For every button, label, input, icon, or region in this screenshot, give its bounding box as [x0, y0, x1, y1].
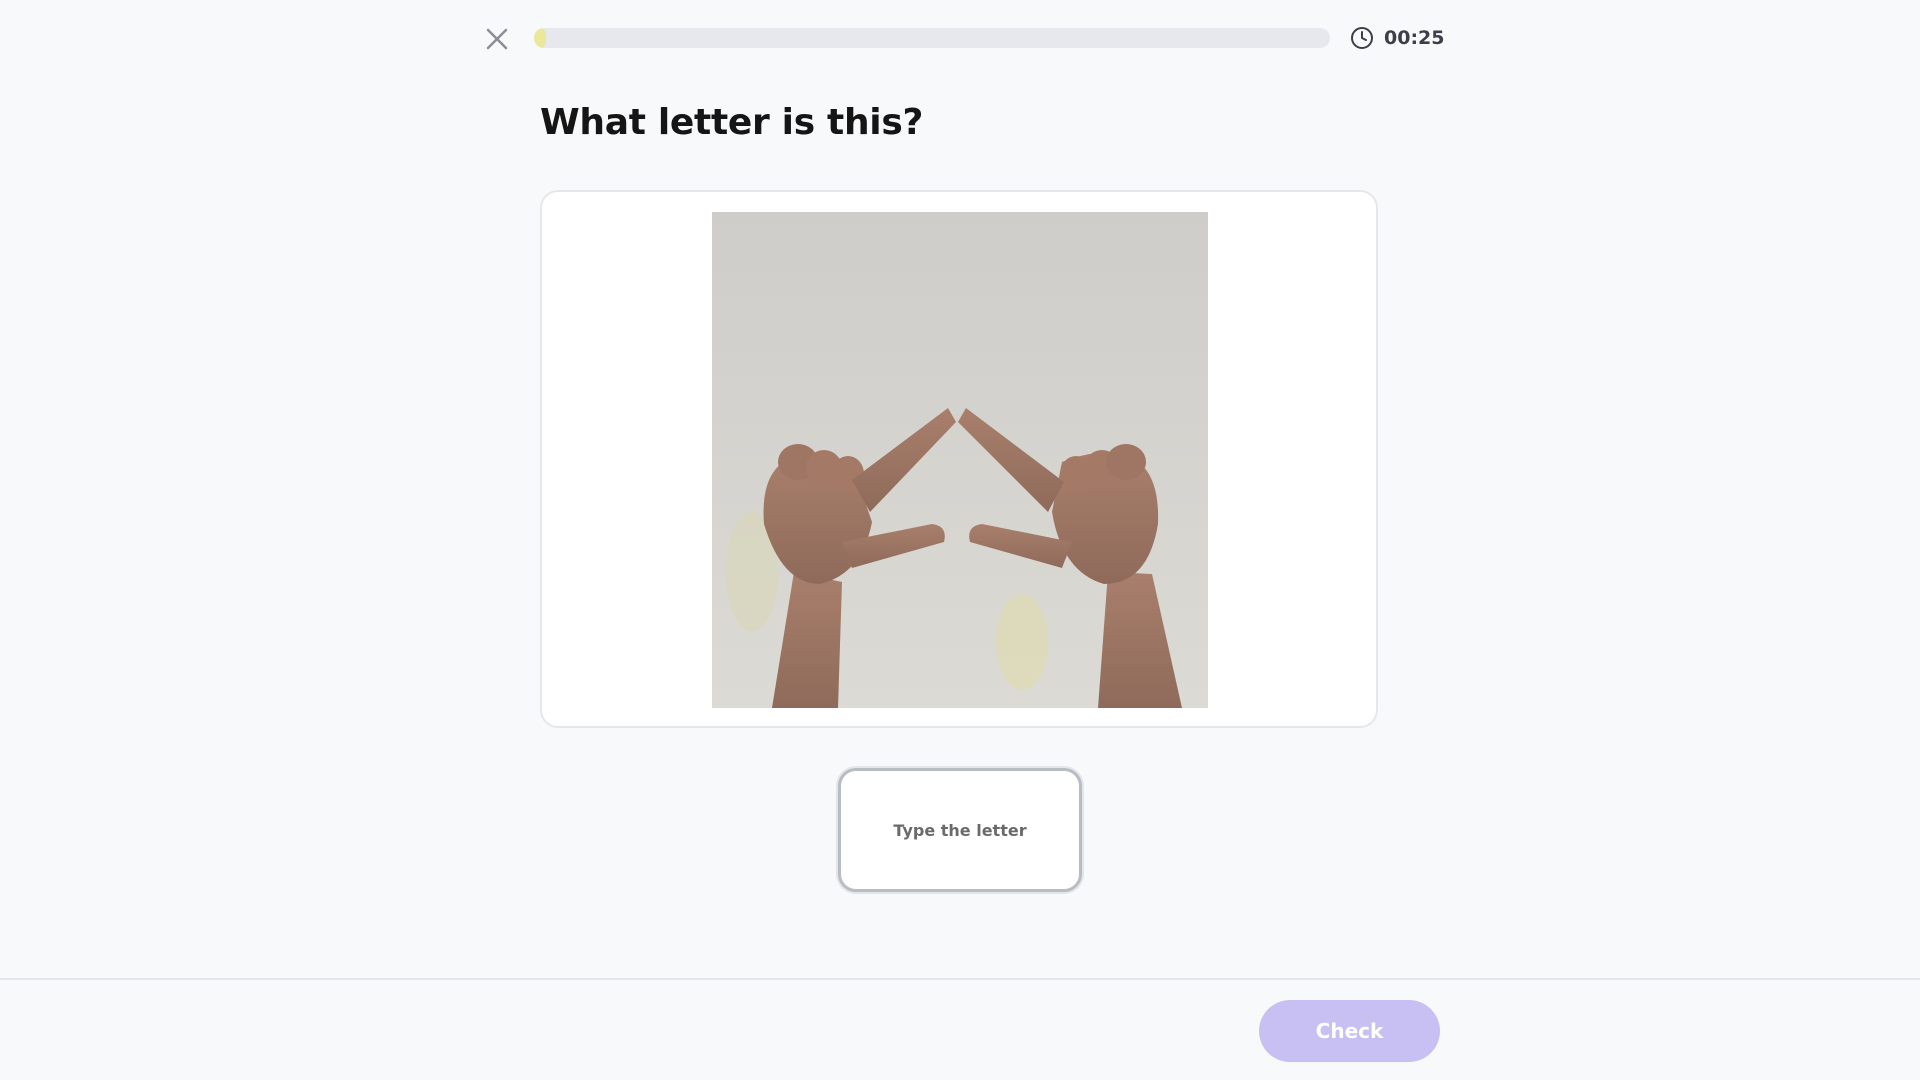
quiz-header: 00:25: [0, 0, 1920, 76]
footer-divider: [0, 978, 1920, 980]
image-card: [540, 190, 1378, 728]
sign-language-image: [712, 212, 1208, 708]
progress-fill: [534, 28, 546, 48]
close-button[interactable]: [482, 24, 512, 54]
clock-icon: [1351, 27, 1373, 49]
letter-input[interactable]: [841, 819, 1079, 841]
close-icon: [486, 28, 508, 50]
check-button[interactable]: Check: [1259, 1000, 1440, 1062]
timer-text: 00:25: [1384, 27, 1445, 49]
progress-bar: [534, 28, 1330, 48]
question-title: What letter is this?: [540, 102, 924, 143]
answer-field[interactable]: [838, 768, 1082, 892]
timer: 00:25: [1350, 24, 1444, 52]
